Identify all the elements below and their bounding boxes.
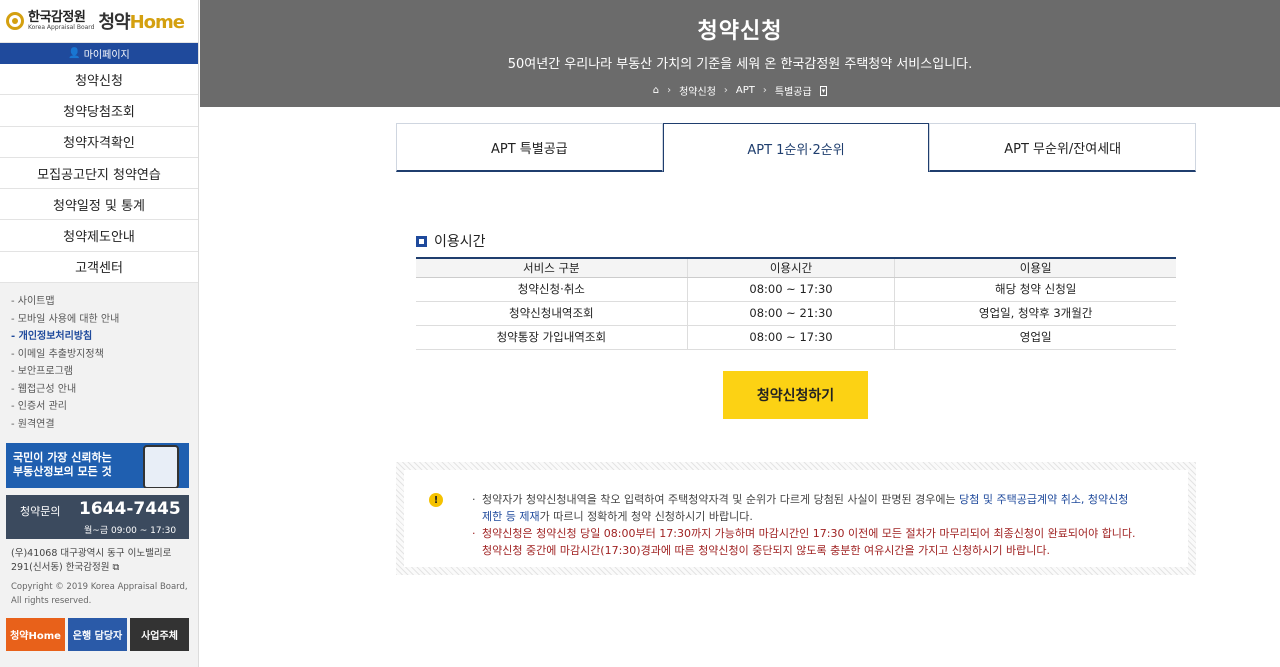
address: (우)41068 대구광역시 동구 이노밸리로 291(신서동) 한국감정원 ⧉ [11, 548, 172, 573]
contact-banner: 청약문의 1644-7445 월~금 09:00 ~ 17:30 [6, 495, 189, 539]
chevron-right-icon: › [723, 85, 728, 96]
contact-label: 청약문의 [20, 505, 61, 518]
warning-icon: ! [429, 493, 443, 507]
home-icon[interactable]: ⌂ [653, 85, 659, 96]
tab-special-supply[interactable]: APT 특별공급 [396, 123, 663, 172]
page-header: 청약신청 50여년간 우리나라 부동산 가치의 기준을 세워 온 한국감정원 주… [200, 0, 1280, 107]
chevron-right-icon: › [667, 85, 672, 96]
home-button[interactable]: 청약Home [6, 618, 65, 651]
menu-item-winning-check[interactable]: 청약당첨조회 [0, 95, 198, 127]
table-row: 청약통장 가입내역조회 08:00 ~ 17:30 영업일 [416, 325, 1176, 350]
menu-item-schedule-stats[interactable]: 청약일정 및 통계 [0, 189, 198, 221]
menu-item-practice[interactable]: 모집공고단지 청약연습 [0, 158, 198, 190]
menu-item-system-guide[interactable]: 청약제도안내 [0, 220, 198, 252]
contact-phone: 1644-7445 [79, 499, 181, 519]
person-icon: 👤 [68, 48, 81, 59]
menu-item-customer-center[interactable]: 고객센터 [0, 252, 198, 284]
apply-button[interactable]: 청약신청하기 [723, 371, 868, 419]
main-menu: 청약신청 청약당첨조회 청약자격확인 모집공고단지 청약연습 청약일정 및 통계… [0, 64, 198, 284]
page-subtitle: 50여년간 우리나라 부동산 가치의 기준을 세워 온 한국감정원 주택청약 서… [507, 57, 973, 72]
logo-korean: 한국감정원 [28, 10, 86, 25]
link-accessibility[interactable]: - 웹접근성 안내 [11, 381, 198, 399]
logo-english: Korea Appraisal Board [28, 24, 95, 31]
breadcrumb-item[interactable]: 청약신청 [679, 83, 716, 98]
notice-item: 청약자가 청약신청내역을 착오 입력하여 주택청약자격 및 순위가 다르게 당첨… [472, 491, 1152, 525]
table-row: 청약신청·취소 08:00 ~ 17:30 해당 청약 신청일 [416, 277, 1176, 302]
logo-home: 청약Home [98, 12, 185, 33]
footer-links: - 사이트맵 - 모바일 사용에 대한 안내 - 개인정보처리방침 - 이메일 … [0, 283, 198, 433]
column-header: 이용일 [894, 257, 1176, 278]
column-header: 서비스 구분 [416, 257, 688, 278]
realestate-banner[interactable]: 국민이 가장 신뢰하는 부동산정보의 모든 것 [6, 443, 189, 488]
link-certificate[interactable]: - 인증서 관리 [11, 398, 198, 416]
contact-hours: 월~금 09:00 ~ 17:30 [84, 526, 177, 536]
notice-item: 청약신청은 청약신청 당일 08:00부터 17:30까지 가능하며 마감시간인… [472, 525, 1152, 559]
link-mobile-guide[interactable]: - 모바일 사용에 대한 안내 [11, 311, 198, 329]
link-security[interactable]: - 보안프로그램 [11, 363, 198, 381]
page: 한국감정원 Korea Appraisal Board 청약Home 👤 마이페… [0, 0, 1280, 667]
dropdown-icon[interactable]: ▾ [819, 85, 828, 96]
smartphone-icon [143, 445, 179, 488]
mypage-button[interactable]: 👤 마이페이지 [0, 43, 198, 64]
business-button[interactable]: 사업주체 [130, 618, 189, 651]
usage-table: 서비스 구분 이용시간 이용일 청약신청·취소 08:00 ~ 17:30 해당… [416, 257, 1176, 350]
bank-staff-button[interactable]: 은행 담당자 [68, 618, 127, 651]
apt-tabs: APT 특별공급 APT 1순위·2순위 APT 무순위/잔여세대 [396, 123, 1197, 172]
usage-title: 이용시간 [416, 231, 486, 251]
sidebar: 한국감정원 Korea Appraisal Board 청약Home 👤 마이페… [0, 0, 199, 667]
column-header: 이용시간 [686, 257, 895, 278]
square-bullet-icon [416, 235, 427, 247]
logo[interactable]: 한국감정원 Korea Appraisal Board 청약Home [0, 0, 198, 43]
tab-unranked[interactable]: APT 무순위/잔여세대 [929, 123, 1197, 172]
breadcrumb-item[interactable]: 특별공급 [775, 83, 812, 98]
link-privacy[interactable]: - 개인정보처리방침 [11, 328, 198, 346]
link-remote[interactable]: - 원격연결 [11, 416, 198, 434]
role-buttons: 청약Home 은행 담당자 사업주체 [6, 618, 189, 651]
chevron-right-icon: › [762, 85, 767, 96]
tab-rank1-rank2[interactable]: APT 1순위·2순위 [662, 123, 930, 172]
notice-box: ! 청약자가 청약신청내역을 착오 입력하여 주택청약자격 및 순위가 다르게 … [396, 462, 1196, 575]
breadcrumb: ⌂ › 청약신청 › APT › 특별공급 ▾ [200, 83, 1280, 98]
external-link-icon[interactable]: ⧉ [113, 562, 120, 573]
link-sitemap[interactable]: - 사이트맵 [11, 293, 198, 311]
menu-item-apply[interactable]: 청약신청 [0, 64, 198, 96]
link-email-policy[interactable]: - 이메일 추출방지정책 [11, 346, 198, 364]
table-row: 청약신청내역조회 08:00 ~ 21:30 영업일, 청약후 3개월간 [416, 301, 1176, 326]
menu-item-eligibility[interactable]: 청약자격확인 [0, 127, 198, 158]
copyright: Copyright © 2019 Korea Appraisal Board, … [11, 582, 188, 606]
breadcrumb-item[interactable]: APT [736, 85, 755, 96]
page-title: 청약신청 [697, 19, 783, 44]
kab-logo-icon [6, 12, 24, 30]
